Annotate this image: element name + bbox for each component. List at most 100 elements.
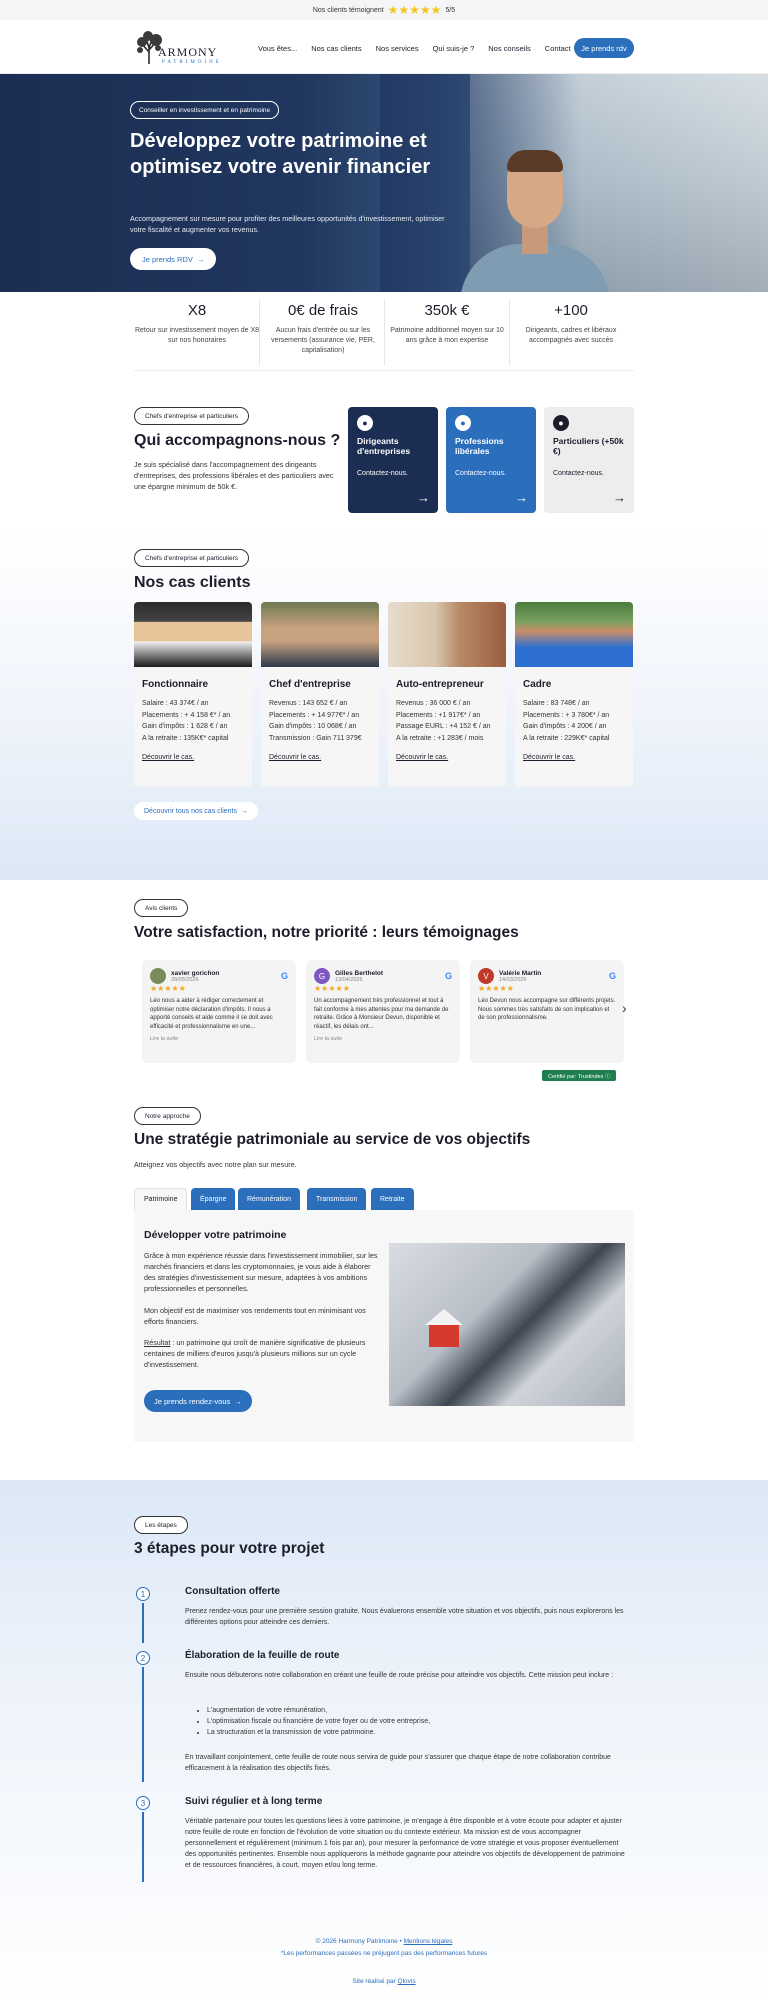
case-card-auto-entrepreneur[interactable]: Auto-entrepreneur Revenus : 36 000 € / a…	[388, 602, 506, 787]
nav-conseils[interactable]: Nos conseils	[488, 44, 531, 53]
house-roof-icon	[425, 1309, 463, 1325]
credit-link[interactable]: Qlovis	[398, 1978, 416, 1985]
avatar	[150, 968, 166, 984]
divider	[134, 370, 634, 371]
reviewer-name: Gilles Berthelot	[335, 969, 384, 977]
approach-rdv-button[interactable]: Je prends rendez-vous →	[144, 1390, 252, 1412]
hero-subtitle: Accompagnement sur mesure pour profiter …	[130, 214, 445, 234]
testimonial-label: Nos clients témoignent	[312, 6, 384, 14]
section-pill: Avis clients	[134, 899, 189, 917]
arrow-right-icon: →	[196, 254, 205, 264]
hero-rdv-label: Je prends RDV	[142, 254, 193, 264]
tab-transmission[interactable]: Transmission	[307, 1188, 367, 1210]
case-line: Revenus : 36 000 € / an	[396, 700, 471, 707]
case-title: Auto-entrepreneur	[396, 679, 484, 690]
nav-vous-etes[interactable]: Vous êtes...	[258, 44, 297, 53]
case-line: Salaire : 43 374€ / an	[142, 700, 209, 707]
case-link[interactable]: Découvrir le cas.	[396, 754, 498, 761]
tab-remuneration[interactable]: Rémunération	[238, 1188, 300, 1210]
nav-cas-clients[interactable]: Nos cas clients	[311, 44, 361, 53]
tab-retraite[interactable]: Retraite	[371, 1188, 414, 1210]
case-link[interactable]: Découvrir le cas.	[269, 754, 371, 761]
tab-patrimoine[interactable]: Patrimoine	[134, 1188, 188, 1210]
card-link[interactable]: Contactez-nous.	[357, 470, 429, 477]
nav-services[interactable]: Nos services	[376, 44, 419, 53]
hero-title: Développez votre patrimoine et optimisez…	[130, 130, 431, 178]
step-title: Élaboration de la feuille de route	[185, 1650, 340, 1661]
tab-epargne[interactable]: Épargne	[191, 1188, 236, 1210]
stat-roi: X8 Retour sur investissement moyen de X8…	[134, 300, 260, 346]
arrow-right-icon: →	[515, 490, 528, 505]
step-bullet: L'augmentation de votre rémunération,	[207, 1705, 607, 1716]
result-label: Résultat	[144, 1338, 171, 1347]
stat-desc: Dirigeants, cadres et libéraux accompagn…	[525, 327, 617, 344]
step-title: Suivi régulier et à long terme	[185, 1796, 323, 1807]
read-more-link[interactable]: Lire la suite	[314, 1036, 452, 1042]
footer-copyright: © 2026 Harmony Patrimoine • Mentions lég…	[0, 1938, 768, 1945]
rating-stars: ★★★★★	[387, 3, 442, 17]
case-line: Salaire : 83 748€ / an	[523, 700, 590, 707]
nav-qui-suis-je[interactable]: Qui suis-je ?	[433, 44, 475, 53]
hero-rdv-button[interactable]: Je prends RDV →	[130, 248, 217, 270]
case-line: Gain d'impôts : 1 628 € / an	[142, 723, 228, 730]
nav-contact[interactable]: Contact	[545, 44, 571, 53]
stat-desc: Patrimoine additionnel moyen sur 10 ans …	[390, 327, 504, 344]
case-line: Passage EURL : +4 152 € / an	[396, 723, 491, 730]
case-link[interactable]: Découvrir le cas.	[523, 754, 625, 761]
step-text: En travaillant conjointement, cette feui…	[185, 1754, 611, 1772]
step-bullet: La structuration et la transmission de v…	[207, 1727, 607, 1738]
case-title: Fonctionnaire	[142, 679, 209, 690]
card-link[interactable]: Contactez-nous.	[553, 470, 625, 477]
step-line	[142, 1812, 144, 1882]
arrow-right-icon: →	[613, 490, 626, 505]
footer-credit: Site réalisé par Qlovis	[0, 1978, 768, 1985]
case-title: Cadre	[523, 679, 552, 690]
header-rdv-button[interactable]: Je prends rdv	[574, 38, 634, 58]
review-card[interactable]: G Gilles Berthelot 13/04/2026 G ★★★★★ Un …	[306, 960, 460, 1063]
case-card-chef-entreprise[interactable]: Chef d'entreprise Revenus : 143 652 € / …	[261, 602, 379, 787]
review-date: 28/05/2026	[171, 976, 199, 983]
hero-person-neck	[522, 224, 548, 254]
card-title: Professions libérales	[455, 436, 504, 456]
review-card[interactable]: xavier gorichon 28/05/2026 G ★★★★★ Léo no…	[142, 960, 296, 1063]
section-pill: Notre approche	[134, 1107, 201, 1125]
approach-subtitle: Atteignez vos objectifs avec notre plan …	[134, 1160, 297, 1169]
legal-link[interactable]: Mentions légales	[404, 1938, 453, 1945]
review-card[interactable]: V Valérie Martin 14/03/2026 G ★★★★★ Léo D…	[470, 960, 624, 1063]
avatar: G	[314, 968, 330, 984]
approach-title: Une stratégie patrimoniale au service de…	[134, 1131, 531, 1148]
card-professions-liberales[interactable]: ● Professions libérales Contactez-nous. …	[446, 407, 536, 513]
case-card-cadre[interactable]: Cadre Salaire : 83 748€ / an Placements …	[515, 602, 633, 787]
read-more-link[interactable]: Lire la suite	[150, 1036, 288, 1042]
all-cases-label: Découvrir tous nos cas clients	[144, 807, 237, 815]
case-photo	[261, 602, 379, 667]
user-icon: ●	[455, 415, 471, 431]
step-number: 2	[136, 1651, 150, 1665]
reviews-title: Votre satisfaction, notre priorité : leu…	[134, 924, 519, 941]
main-nav: Vous êtes... Nos cas clients Nos service…	[258, 40, 571, 56]
google-icon: G	[280, 971, 288, 981]
all-cases-button[interactable]: Découvrir tous nos cas clients →	[134, 802, 258, 820]
card-link[interactable]: Contactez-nous.	[455, 470, 527, 477]
carousel-next-icon[interactable]: ›	[622, 1000, 627, 1016]
step-line	[142, 1603, 144, 1643]
google-icon: G	[608, 971, 616, 981]
house-model-icon	[429, 1323, 459, 1347]
stat-value: 0€ de frais	[287, 302, 359, 319]
trustindex-badge[interactable]: Certifié par: Trustindex ⓘ	[542, 1070, 617, 1081]
accompany-title: Qui accompagnons-nous ?	[134, 432, 341, 449]
reviewer-name: Valérie Martin	[499, 969, 542, 977]
hero-badge: Conseiller en investissement et en patri…	[130, 101, 280, 119]
card-dirigeants[interactable]: ● Dirigeants d'entreprises Contactez-nou…	[348, 407, 438, 513]
card-particuliers[interactable]: ● Particuliers (+50k €) Contactez-nous. …	[544, 407, 634, 513]
logo[interactable]: ARMONY PATRIMOINE	[134, 30, 220, 68]
stat-value: 350k €	[424, 302, 470, 319]
case-link[interactable]: Découvrir le cas.	[142, 754, 244, 761]
case-line: Revenus : 143 652 € / an	[269, 700, 348, 707]
arrow-right-icon: →	[417, 490, 430, 505]
case-card-fonctionnaire[interactable]: Fonctionnaire Salaire : 43 374€ / an Pla…	[134, 602, 252, 787]
panel-result: Résultat : un patrimoine qui croît de ma…	[144, 1337, 380, 1370]
case-line: Gain d'impôts : 10 068€ / an	[269, 723, 357, 730]
step-text: Ensuite nous débuterons notre collaborat…	[185, 1672, 614, 1679]
review-text: Un accompagnement très professionnel et …	[314, 998, 449, 1030]
